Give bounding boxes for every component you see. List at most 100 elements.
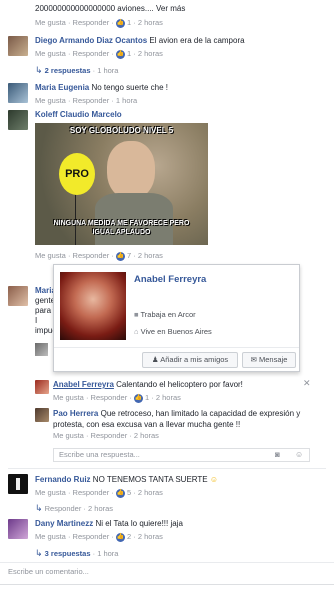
reply-input[interactable]: Escribe una respuesta... ◙ ☺: [53, 448, 310, 462]
reply-avatar[interactable]: [35, 343, 48, 356]
thumbs-up-icon: 👍: [115, 251, 125, 261]
avatar[interactable]: [8, 519, 28, 539]
close-icon[interactable]: ✕: [303, 378, 311, 389]
like-link[interactable]: Me gusta: [35, 96, 66, 105]
timestamp[interactable]: 2 horas: [156, 393, 181, 402]
comment-input[interactable]: Escribe un comentario...: [8, 567, 326, 579]
avatar[interactable]: [35, 408, 49, 422]
reply-link[interactable]: Responder: [73, 49, 110, 58]
reply-link[interactable]: Responder: [73, 251, 110, 260]
thumbs-up-icon: 👍: [115, 532, 125, 542]
timestamp[interactable]: 2 horas: [134, 431, 159, 440]
view-replies[interactable]: ↳ 3 respuestas · 1 hora: [35, 548, 118, 559]
author-name[interactable]: Koleff Claudio Marcelo: [35, 110, 122, 119]
meme-badge-text: PRO: [65, 168, 89, 180]
comment-feed: 200000000000000000 aviones.... Ver más M…: [0, 0, 334, 600]
view-replies[interactable]: ↳ 2 respuestas · 1 hora: [35, 65, 118, 76]
meme-top-text: SOY GLOBOLUDO NIVEL 5: [69, 126, 174, 135]
author-name[interactable]: Fernando Ruiz: [35, 475, 91, 484]
timestamp[interactable]: 1 hora: [116, 96, 137, 105]
message-button[interactable]: ✉ Mensaje: [242, 352, 296, 368]
reply-meta: ↳ Responder · 2 horas: [35, 503, 114, 513]
like-link[interactable]: Me gusta: [35, 251, 66, 260]
reply-arrow-icon: ↳: [35, 65, 43, 75]
message-icon: ✉: [250, 355, 257, 364]
reply-link[interactable]: Responder: [73, 96, 110, 105]
reply-link[interactable]: Responder: [91, 393, 128, 402]
reply-link[interactable]: Responder: [91, 431, 128, 440]
like-link[interactable]: Me gusta: [35, 488, 66, 497]
comment-actions: Me gusta · Responder · 👍 1 · 2 horas: [35, 18, 163, 28]
like-count[interactable]: 1: [127, 49, 131, 58]
avatar[interactable]: [8, 110, 28, 130]
comment: Koleff Claudio Marcelo: [35, 110, 122, 119]
reply-input-placeholder: Escribe una respuesta...: [59, 450, 140, 459]
author-name[interactable]: Maria Eugenia: [35, 83, 89, 92]
like-count[interactable]: 1: [145, 393, 149, 402]
like-link[interactable]: Me gusta: [35, 18, 66, 27]
comment-body: gente para I impue: [35, 296, 55, 335]
meme-image[interactable]: PRO SOY GLOBOLUDO NIVEL 5 NINGUNA MEDIDA…: [35, 123, 208, 245]
reply-comment: Anabel Ferreyra Calentando el helicopter…: [53, 380, 303, 389]
profile-photo[interactable]: [60, 272, 126, 340]
timestamp[interactable]: 2 horas: [138, 251, 163, 260]
reply-link[interactable]: Responder: [45, 504, 82, 513]
comment-body: NO TENEMOS TANTA SUERTE: [92, 475, 208, 484]
comment-body: El avion era de la campora: [149, 36, 245, 45]
like-count[interactable]: 1: [127, 18, 131, 27]
like-count[interactable]: 5: [127, 488, 131, 497]
avatar[interactable]: [8, 286, 28, 306]
thumbs-up-icon: 👍: [115, 18, 125, 28]
avatar[interactable]: [35, 380, 49, 394]
like-link[interactable]: Me gusta: [53, 431, 84, 440]
like-count[interactable]: 2: [127, 532, 131, 541]
profile-hovercard: Anabel Ferreyra ■ Trabaja en Arcor ⌂ Viv…: [53, 264, 300, 372]
hovercard-name[interactable]: Anabel Ferreyra: [134, 274, 206, 285]
thumbs-up-icon: 👍: [115, 49, 125, 59]
reply-link[interactable]: Responder: [73, 532, 110, 541]
timestamp[interactable]: 2 horas: [138, 532, 163, 541]
comment: Maria Eugenia No tengo suerte che !: [35, 83, 168, 92]
comment-text: 200000000000000000 aviones.... Ver más: [35, 4, 185, 13]
comment: Diego Armando Diaz Ocantos El avion era …: [35, 36, 325, 45]
reply-arrow-icon: ↳: [35, 503, 43, 513]
sticker-icon[interactable]: ☺: [295, 450, 303, 459]
camera-icon[interactable]: ◙: [275, 450, 280, 459]
author-name[interactable]: Pao Herrera: [53, 409, 98, 418]
comment-actions: Me gusta · Responder · 👍 2 · 2 horas: [35, 532, 163, 542]
timestamp[interactable]: 2 horas: [138, 18, 163, 27]
author-name[interactable]: Dany Martinezz: [35, 519, 93, 528]
add-friend-button[interactable]: ♟ Añadir a mis amigos: [142, 352, 238, 368]
timestamp[interactable]: 2 horas: [138, 488, 163, 497]
comment: Dany Martinezz Ni el Tata lo quiere!!! j…: [35, 519, 183, 528]
comment-body: Ni el Tata lo quiere!!! jaja: [95, 519, 183, 528]
author-name[interactable]: Maria: [35, 286, 55, 295]
like-link[interactable]: Me gusta: [53, 393, 84, 402]
city-text: Vive en Buenos Aires: [140, 327, 212, 336]
replies-count[interactable]: 2 respuestas: [45, 66, 91, 75]
work-info: ■ Trabaja en Arcor: [134, 310, 196, 319]
home-icon: ⌂: [134, 327, 139, 336]
comment: Maria gente para I impue: [35, 286, 55, 336]
reply-comment: Pao Herrera Que retroceso, han limitado …: [53, 408, 311, 430]
author-name[interactable]: Anabel Ferreyra: [53, 380, 114, 389]
avatar[interactable]: [8, 83, 28, 103]
reply-link[interactable]: Responder: [73, 18, 110, 27]
divider: [0, 562, 334, 563]
avatar[interactable]: [8, 36, 28, 56]
like-link[interactable]: Me gusta: [35, 49, 66, 58]
comment-actions: Me gusta · Responder · 👍 1 · 2 horas: [53, 393, 181, 403]
avatar[interactable]: [8, 474, 28, 494]
timestamp[interactable]: 2 horas: [138, 49, 163, 58]
reply-link[interactable]: Responder: [73, 488, 110, 497]
replies-count[interactable]: 3 respuestas: [45, 549, 91, 558]
hovercard-name-text[interactable]: Anabel Ferreyra: [134, 274, 206, 285]
timestamp[interactable]: 2 horas: [88, 504, 113, 513]
author-name[interactable]: Diego Armando Diaz Ocantos: [35, 36, 147, 45]
comment-body: Calentando el helicoptero por favor!: [116, 380, 243, 389]
like-count[interactable]: 7: [127, 251, 131, 260]
comment-actions: Me gusta · Responder · 👍 7 · 2 horas: [35, 251, 163, 261]
add-friend-icon: ♟: [151, 355, 159, 364]
like-link[interactable]: Me gusta: [35, 532, 66, 541]
comment-actions: Me gusta · Responder · 2 horas: [53, 431, 159, 440]
